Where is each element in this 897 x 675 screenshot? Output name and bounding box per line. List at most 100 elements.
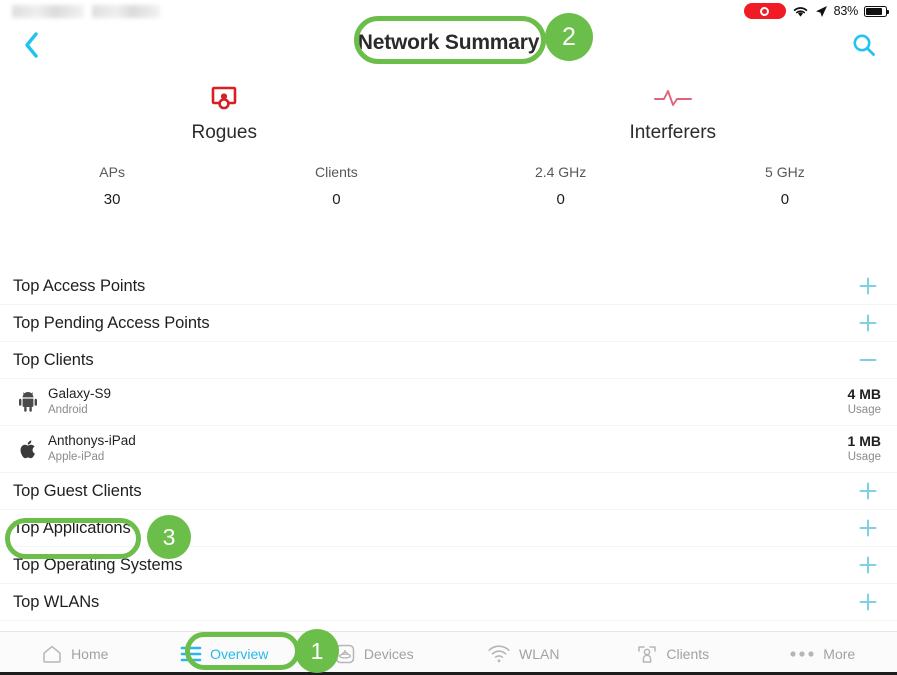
section-row-top-guest-clients[interactable]: Top Guest Clients xyxy=(0,473,897,510)
stat-label: 2.4 GHz xyxy=(534,164,587,180)
tab-more[interactable]: More xyxy=(748,632,897,675)
ellipsis-icon xyxy=(789,649,815,659)
expand-button[interactable] xyxy=(855,515,881,541)
navigation-bar: Network Summary xyxy=(0,22,897,68)
summary-card-label: Interferers xyxy=(629,122,717,143)
summary-sections-list: Top Access Points Top Pending Access Poi… xyxy=(0,268,897,621)
client-usage-label: Usage xyxy=(847,403,881,416)
tab-label: More xyxy=(823,645,856,662)
plus-icon xyxy=(859,593,877,611)
client-usage: 1 MB Usage xyxy=(848,433,881,465)
tab-overview[interactable]: Overview xyxy=(150,632,300,675)
client-usage-value: 1 MB xyxy=(847,433,881,450)
battery-icon xyxy=(864,5,889,17)
location-arrow-icon xyxy=(815,5,827,17)
stat-aps: APs 30 xyxy=(0,164,224,216)
interference-waveform-icon xyxy=(653,78,693,118)
client-list-item[interactable]: Galaxy-S9 Android 4 MB Usage xyxy=(0,379,897,426)
section-title: Top Operating Systems xyxy=(13,555,183,574)
menu-lines-icon xyxy=(180,645,202,663)
stats-row: APs 30 Clients 0 2.4 GHz 0 5 GHz 0 xyxy=(0,164,897,216)
wifi-icon xyxy=(487,644,511,664)
stat-value: 0 xyxy=(780,191,790,208)
page-title: Network Summary xyxy=(357,31,540,54)
plus-icon xyxy=(859,519,877,537)
summary-card-interferers[interactable]: Interferers xyxy=(449,78,897,164)
section-title: Top WLANs xyxy=(13,592,100,611)
section-row-top-clients[interactable]: Top Clients xyxy=(0,342,897,379)
stat-5ghz: 5 GHz 0 xyxy=(673,164,897,216)
tab-clients[interactable]: Clients xyxy=(598,632,748,675)
section-row-top-applications[interactable]: Top Applications xyxy=(0,510,897,547)
plus-icon xyxy=(859,277,877,295)
status-bar-left xyxy=(12,4,160,18)
devices-icon xyxy=(334,643,356,665)
section-row-top-operating-systems[interactable]: Top Operating Systems xyxy=(0,547,897,584)
section-title: Top Clients xyxy=(13,350,94,369)
plus-icon xyxy=(859,314,877,332)
bottom-tab-bar: Home Overview Devices WLAN Clients More xyxy=(0,631,897,675)
collapse-button[interactable] xyxy=(855,347,881,373)
stat-value: 30 xyxy=(103,191,121,208)
status-bar-right: 83% xyxy=(743,3,889,19)
stat-label: APs xyxy=(99,164,125,180)
redacted-carrier-text xyxy=(12,4,84,18)
client-usage-value: 4 MB xyxy=(847,386,881,403)
client-os: Apple-iPad xyxy=(48,450,105,463)
redacted-time-text xyxy=(92,4,160,18)
summary-cards: Rogues Interferers xyxy=(0,78,897,164)
tab-label: WLAN xyxy=(519,645,560,662)
stat-label: Clients xyxy=(314,164,358,180)
clients-icon xyxy=(636,643,658,665)
client-os: Android xyxy=(48,403,88,416)
expand-button[interactable] xyxy=(855,273,881,299)
android-icon xyxy=(13,392,43,412)
tab-devices[interactable]: Devices xyxy=(299,632,449,675)
client-name: Galaxy-S9 xyxy=(48,386,112,402)
wifi-icon xyxy=(793,6,807,17)
stat-value: 0 xyxy=(556,191,565,208)
summary-card-rogues[interactable]: Rogues xyxy=(0,78,449,164)
client-usage: 4 MB Usage xyxy=(848,386,881,418)
tab-home[interactable]: Home xyxy=(0,632,150,675)
expand-button[interactable] xyxy=(855,589,881,615)
plus-icon xyxy=(859,482,877,500)
section-title: Top Pending Access Points xyxy=(13,313,210,332)
client-usage-label: Usage xyxy=(847,450,881,463)
search-button[interactable] xyxy=(847,28,881,62)
stat-label: 5 GHz xyxy=(765,164,805,180)
section-title: Top Applications xyxy=(13,518,131,537)
record-dot-icon xyxy=(760,6,770,16)
tab-wlan[interactable]: WLAN xyxy=(449,632,599,675)
client-info: Anthonys-iPad Apple-iPad xyxy=(43,433,848,465)
section-row-top-access-points[interactable]: Top Access Points xyxy=(0,268,897,305)
tab-label: Clients xyxy=(666,645,710,662)
stat-value: 0 xyxy=(332,191,341,208)
stat-clients: Clients 0 xyxy=(224,164,448,216)
expand-button[interactable] xyxy=(855,478,881,504)
section-row-top-wlans[interactable]: Top WLANs xyxy=(0,584,897,621)
expand-button[interactable] xyxy=(855,310,881,336)
plus-icon xyxy=(859,556,877,574)
tab-label: Overview xyxy=(210,645,269,662)
client-list-item[interactable]: Anthonys-iPad Apple-iPad 1 MB Usage xyxy=(0,426,897,473)
search-icon xyxy=(853,34,875,56)
client-info: Galaxy-S9 Android xyxy=(43,386,848,418)
expand-button[interactable] xyxy=(855,552,881,578)
rogue-ap-icon xyxy=(207,78,241,118)
section-title: Top Guest Clients xyxy=(13,481,142,500)
client-name: Anthonys-iPad xyxy=(48,433,136,449)
stat-24ghz: 2.4 GHz 0 xyxy=(449,164,673,216)
home-icon xyxy=(41,643,63,665)
apple-icon xyxy=(13,439,43,460)
status-bar: 83% xyxy=(0,0,897,22)
battery-percent-label: 83% xyxy=(833,4,859,18)
summary-card-label: Rogues xyxy=(191,122,258,143)
section-row-top-pending-access-points[interactable]: Top Pending Access Points xyxy=(0,305,897,342)
section-title: Top Access Points xyxy=(13,276,146,295)
tab-label: Devices xyxy=(363,645,414,662)
minus-icon xyxy=(859,359,877,361)
record-indicator xyxy=(743,3,786,19)
network-summary-screen: 83% Network Summary Rogues Interferers A… xyxy=(0,0,897,675)
battery-fill xyxy=(866,7,882,15)
